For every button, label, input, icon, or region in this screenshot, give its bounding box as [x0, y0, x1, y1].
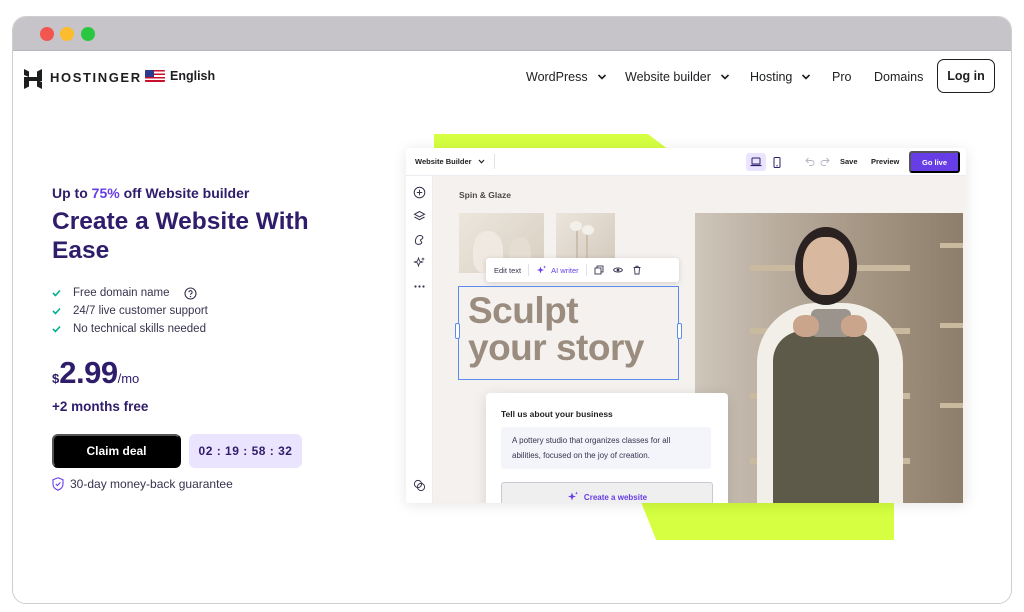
- nav-item-wordpress[interactable]: WordPress: [526, 70, 607, 84]
- nav-item-website-builder[interactable]: Website builder: [625, 70, 730, 84]
- nav-item-label: Pro: [832, 70, 852, 84]
- ai-assistant-icon[interactable]: [413, 479, 426, 492]
- top-navigation: HOSTINGER English WordPress Website buil…: [13, 51, 1011, 107]
- mobile-view-button[interactable]: [767, 153, 787, 171]
- shield-check-icon: [52, 477, 64, 491]
- add-element-icon[interactable]: [413, 186, 426, 199]
- go-live-button[interactable]: Go live: [909, 151, 960, 173]
- chevron-down-icon: [720, 74, 730, 80]
- undo-icon[interactable]: [805, 157, 815, 166]
- ai-writer-button[interactable]: AI writer: [536, 265, 579, 276]
- bonus-text: +2 months free: [52, 399, 149, 414]
- more-options-icon[interactable]: [413, 280, 426, 293]
- text-edit-toolbar: Edit text AI writer: [486, 258, 679, 282]
- price-currency: $: [52, 371, 60, 386]
- promo-suffix: off Website builder: [119, 185, 250, 201]
- divider: [585, 264, 587, 276]
- language-label: English: [170, 69, 216, 83]
- money-back-guarantee: 30-day money-back guarantee: [52, 477, 233, 491]
- site-name: Spin & Glaze: [459, 190, 511, 200]
- promo-text: Up to 75% off Website builder: [52, 185, 249, 201]
- hero-section: Up to 75% off Website builder Create a W…: [13, 107, 1011, 603]
- card-title: Tell us about your business: [501, 409, 613, 419]
- help-circle-icon[interactable]: [183, 286, 197, 300]
- feature-item: 24/7 live customer support: [52, 302, 208, 320]
- promo-percent: 75%: [91, 185, 120, 201]
- potter-photo: [695, 213, 963, 503]
- eye-icon[interactable]: [612, 265, 623, 275]
- business-description-input[interactable]: A pottery studio that organizes classes …: [501, 427, 711, 469]
- us-flag-icon: [145, 70, 165, 82]
- create-website-button[interactable]: Create a website: [501, 482, 713, 503]
- builder-title: Website Builder: [415, 157, 472, 166]
- divider: [528, 264, 530, 276]
- feature-item: No technical skills needed: [52, 320, 208, 338]
- claim-deal-button[interactable]: Claim deal: [52, 434, 181, 468]
- divider: [494, 154, 495, 169]
- chevron-down-icon: [478, 159, 484, 164]
- nav-item-label: Domains: [874, 70, 924, 84]
- preview-button[interactable]: Preview: [871, 157, 899, 166]
- trash-icon[interactable]: [632, 265, 642, 275]
- language-selector[interactable]: English: [145, 69, 215, 83]
- feature-label: 24/7 live customer support: [73, 305, 208, 317]
- hostinger-logo-icon[interactable]: [24, 69, 42, 89]
- price-amount: 2.99: [59, 355, 118, 390]
- laptop-icon: [750, 157, 762, 167]
- hero-heading-line-2: your story: [468, 327, 644, 368]
- decorative-lime-shape: [641, 502, 894, 540]
- title-bar: [13, 17, 1011, 51]
- sparkle-icon: [537, 265, 547, 273]
- ai-tools-icon[interactable]: [413, 256, 426, 269]
- builder-sidebar: [406, 176, 433, 503]
- edit-text-button[interactable]: Edit text: [494, 266, 521, 275]
- business-prompt-card: Tell us about your business A pottery st…: [486, 393, 728, 503]
- feature-list: Free domain name 24/7 live customer supp…: [52, 284, 208, 338]
- nav-item-label: Hosting: [750, 70, 793, 84]
- hero-heading-text[interactable]: Sculpt your story: [468, 292, 644, 366]
- nav-item-hosting[interactable]: Hosting: [750, 70, 811, 84]
- create-website-label: Create a website: [583, 492, 648, 502]
- login-button[interactable]: Log in: [937, 59, 995, 93]
- chevron-down-icon: [597, 74, 606, 80]
- ai-writer-label: AI writer: [551, 265, 579, 275]
- minimize-window-button[interactable]: [60, 27, 74, 41]
- builder-canvas: Spin & Glaze Sculpt your story Edit text…: [433, 176, 966, 503]
- duplicate-icon[interactable]: [594, 265, 604, 275]
- redo-icon[interactable]: [820, 157, 830, 166]
- check-icon: [52, 325, 61, 333]
- nav-item-domains[interactable]: Domains: [874, 70, 923, 84]
- resize-handle-right[interactable]: [677, 323, 682, 339]
- feature-label: No technical skills needed: [73, 323, 206, 335]
- check-icon: [52, 307, 61, 315]
- page-title: Create a Website With Ease: [52, 208, 309, 264]
- website-builder-mockup: Website Builder Save Preview Go live Spi…: [406, 148, 966, 503]
- guarantee-label: 30-day money-back guarantee: [70, 477, 233, 491]
- mobile-icon: [773, 156, 781, 168]
- price: $ 2.99 /mo: [52, 355, 139, 391]
- countdown-timer: 02 : 19 : 58 : 32: [189, 434, 302, 468]
- check-icon: [52, 289, 61, 297]
- brand-name[interactable]: HOSTINGER: [50, 70, 142, 85]
- maximize-window-button[interactable]: [81, 27, 95, 41]
- chevron-down-icon: [802, 74, 811, 80]
- sparkle-icon: [567, 491, 579, 501]
- close-window-button[interactable]: [40, 27, 54, 41]
- save-button[interactable]: Save: [840, 157, 858, 166]
- nav-item-pro[interactable]: Pro: [832, 70, 851, 84]
- resize-handle-left[interactable]: [455, 323, 460, 339]
- builder-menu[interactable]: Website Builder: [415, 157, 485, 166]
- layers-icon[interactable]: [413, 210, 426, 223]
- desktop-view-button[interactable]: [746, 153, 766, 171]
- price-period: /mo: [117, 371, 140, 386]
- builder-toolbar: Website Builder Save Preview Go live: [406, 148, 966, 176]
- styles-icon[interactable]: [413, 233, 426, 246]
- hero-heading-line-1: Sculpt: [468, 290, 579, 331]
- feature-item: Free domain name: [52, 284, 208, 302]
- browser-window: HOSTINGER English WordPress Website buil…: [12, 16, 1012, 604]
- nav-item-label: Website builder: [625, 70, 711, 84]
- feature-label: Free domain name: [73, 287, 170, 299]
- nav-item-label: WordPress: [526, 70, 588, 84]
- promo-prefix: Up to: [52, 185, 92, 201]
